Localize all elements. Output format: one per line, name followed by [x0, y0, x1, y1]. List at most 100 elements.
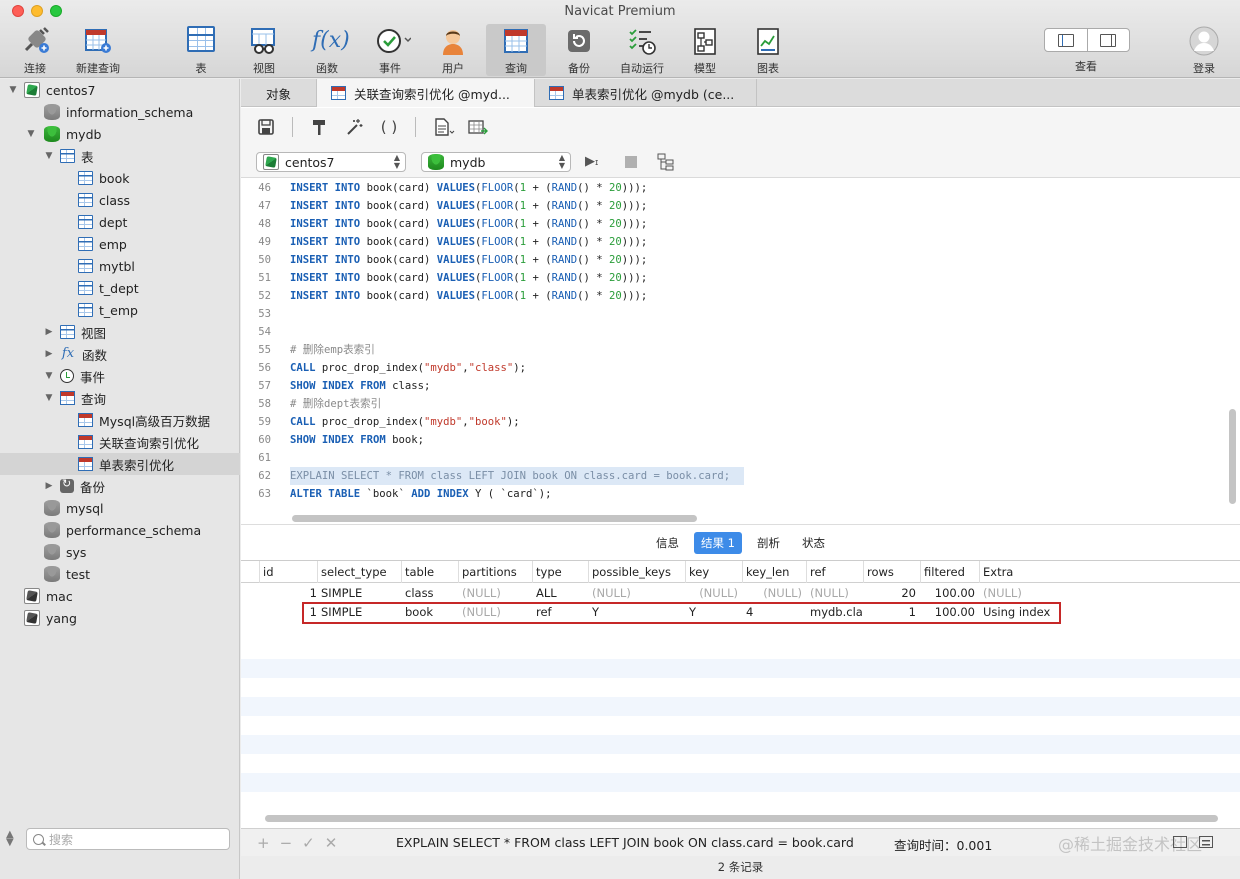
connect-button[interactable]: 连接	[5, 24, 65, 76]
collapse-triangle-icon[interactable]: ▶	[44, 349, 54, 359]
tree-item-dept[interactable]: dept	[0, 211, 240, 233]
column-header-filtered[interactable]: filtered	[920, 561, 979, 583]
grid-horizontal-scrollbar[interactable]	[265, 815, 1218, 822]
tree-item-yang[interactable]: yang	[0, 607, 240, 629]
query-icon	[78, 435, 93, 449]
tree-item-queries[interactable]: ▼ 查询	[0, 387, 240, 409]
editor-line: 47 INSERT INTO book(card) VALUES(FLOOR(1 …	[258, 200, 648, 212]
expand-triangle-icon[interactable]: ▼	[8, 85, 18, 95]
tree-item-t-emp[interactable]: t_emp	[0, 299, 240, 321]
select-chevron-icon: ▲ ▼	[558, 153, 565, 170]
expand-triangle-icon[interactable]: ▼	[44, 393, 54, 403]
table-row[interactable]: 1 SIMPLE class (NULL) ALL (NULL) (NULL) …	[241, 584, 1240, 603]
result-tabs: 信息 结果 1 剖析 状态	[241, 530, 1240, 556]
tab-single-index-query[interactable]: 单表索引优化 @mydb (ce...	[535, 79, 757, 107]
column-header-rows[interactable]: rows	[863, 561, 920, 583]
form-view-icon[interactable]	[1199, 836, 1213, 848]
column-header-key[interactable]: key	[685, 561, 742, 583]
user-button[interactable]: 用户	[423, 24, 483, 76]
export-results-icon[interactable]	[468, 118, 488, 136]
expand-triangle-icon[interactable]: ▼	[26, 129, 36, 139]
grid-view-icon[interactable]	[1173, 836, 1187, 848]
tab-info[interactable]: 信息	[649, 532, 686, 554]
column-header-key-len[interactable]: key_len	[742, 561, 806, 583]
stop-query-button[interactable]	[625, 156, 637, 168]
column-header-partitions[interactable]: partitions	[458, 561, 532, 583]
tab-status[interactable]: 状态	[795, 532, 832, 554]
collapse-triangle-icon[interactable]: ▶	[44, 481, 54, 491]
query-button[interactable]: 查询	[486, 24, 546, 76]
tree-item-emp[interactable]: emp	[0, 233, 240, 255]
tree-item-views[interactable]: ▶ 视图	[0, 321, 240, 343]
event-button[interactable]: 事件	[360, 24, 420, 76]
run-query-button[interactable]: ▶ɪ	[585, 154, 598, 169]
show-sidebar-toggle[interactable]	[1045, 29, 1087, 51]
query-builder-hammer-icon[interactable]	[310, 118, 328, 136]
expand-triangle-icon[interactable]: ▼	[44, 151, 54, 161]
database-open-icon	[44, 126, 60, 142]
query-icon	[501, 26, 531, 56]
connection-selector-bar: centos7 ▲ ▼ mydb ▲ ▼ ▶ɪ	[241, 146, 1240, 178]
tree-item-mac[interactable]: mac	[0, 585, 240, 607]
backup-button[interactable]: 备份	[549, 24, 609, 76]
tree-item-mysql[interactable]: mysql	[0, 497, 240, 519]
tree-item-mytbl[interactable]: mytbl	[0, 255, 240, 277]
model-button[interactable]: 模型	[675, 24, 735, 76]
explain-plan-icon[interactable]	[657, 153, 675, 171]
column-header-possible-keys[interactable]: possible_keys	[588, 561, 685, 583]
tree-item-mydb[interactable]: ▼ mydb	[0, 123, 240, 145]
column-header-ref[interactable]: ref	[806, 561, 863, 583]
tab-join-index-query[interactable]: 关联查询索引优化 @myd...	[317, 79, 535, 107]
tab-profile[interactable]: 剖析	[750, 532, 787, 554]
beautify-sql-wand-icon[interactable]	[345, 118, 363, 136]
sidebar-search-input[interactable]: 搜索	[26, 828, 230, 850]
text-document-icon[interactable]	[433, 118, 455, 136]
code-snippet-parentheses-icon[interactable]: ( )	[380, 118, 398, 136]
tree-item-book[interactable]: book	[0, 167, 240, 189]
tree-item-performance-schema[interactable]: performance_schema	[0, 519, 240, 541]
expand-triangle-icon[interactable]: ▼	[44, 371, 54, 381]
show-info-panel-toggle[interactable]	[1086, 29, 1130, 51]
connection-icon	[263, 154, 279, 170]
tree-item-class[interactable]: class	[0, 189, 240, 211]
column-header-table[interactable]: table	[401, 561, 458, 583]
tree-item-functions[interactable]: ▶ fx 函数	[0, 343, 240, 365]
tree-item-tables[interactable]: ▼ 表	[0, 145, 240, 167]
function-button[interactable]: f(x) 函数	[297, 24, 357, 76]
new-query-button[interactable]: 新建查询	[68, 24, 128, 76]
automation-button[interactable]: 自动运行	[612, 24, 672, 76]
view-button[interactable]: 视图	[234, 24, 294, 76]
tree-item-backups[interactable]: ▶备份	[0, 475, 240, 497]
tree-item-query-join-index[interactable]: 关联查询索引优化	[0, 431, 240, 453]
tree-item-test[interactable]: test	[0, 563, 240, 585]
tree-item-information-schema[interactable]: information_schema	[0, 101, 240, 123]
table-icon	[186, 26, 216, 56]
chart-button[interactable]: 图表	[738, 24, 798, 76]
tree-item-t-dept[interactable]: t_dept	[0, 277, 240, 299]
collapse-triangle-icon[interactable]: ▶	[44, 327, 54, 337]
sql-editor[interactable]: 46 INSERT INTO book(card) VALUES(FLOOR(1 …	[241, 179, 1240, 525]
tab-objects[interactable]: 对象	[241, 79, 317, 107]
table-button[interactable]: 表	[171, 24, 231, 76]
tree-item-centos7[interactable]: ▼ centos7	[0, 79, 240, 101]
tree-item-query-million[interactable]: Mysql高级百万数据	[0, 409, 240, 431]
editor-horizontal-scrollbar[interactable]	[292, 515, 697, 522]
column-header-select-type[interactable]: select_type	[317, 561, 401, 583]
record-edit-controls[interactable]: +−✓✕	[257, 834, 347, 852]
save-icon[interactable]	[257, 118, 275, 136]
column-header-type[interactable]: type	[532, 561, 588, 583]
column-header-extra[interactable]: Extra	[979, 561, 1079, 583]
tab-result-1[interactable]: 结果 1	[694, 532, 742, 554]
login-button[interactable]: 登录	[1174, 24, 1234, 76]
connection-select[interactable]: centos7 ▲ ▼	[256, 152, 406, 172]
result-grid[interactable]: id select_type table partitions type pos…	[241, 560, 1240, 822]
editor-vertical-scrollbar[interactable]	[1229, 409, 1236, 504]
sort-arrows-icon[interactable]: ▲ ▼	[6, 830, 14, 848]
tree-item-events[interactable]: ▼ 事件	[0, 365, 240, 387]
tree-item-sys[interactable]: sys	[0, 541, 240, 563]
tree-item-query-single-index[interactable]: 单表索引优化	[0, 453, 240, 475]
column-header-id[interactable]: id	[259, 561, 317, 583]
editor-divider	[241, 524, 1240, 525]
view-mode-label: 查看	[1075, 60, 1097, 73]
database-select[interactable]: mydb ▲ ▼	[421, 152, 571, 172]
